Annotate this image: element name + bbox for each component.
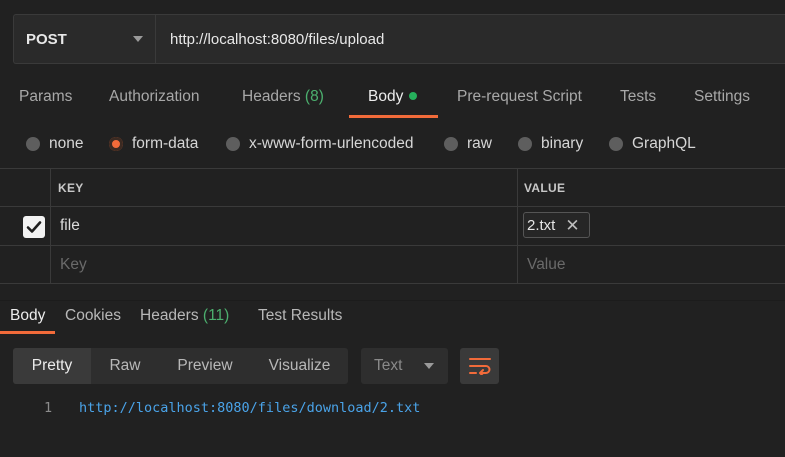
radio-selected-icon — [109, 137, 123, 151]
radio-none[interactable]: none — [26, 130, 83, 158]
tab-body[interactable]: Body — [368, 80, 418, 118]
form-data-table: KEY VALUE file 2.txt ✕ Key Value — [0, 168, 785, 284]
format-preview-button[interactable]: Preview — [159, 348, 251, 384]
table-header-row: KEY VALUE — [0, 169, 785, 207]
chevron-down-icon — [424, 363, 434, 369]
tab-label: Cookies — [65, 307, 121, 324]
tab-label: Pre-request Script — [457, 88, 582, 105]
response-tab-cookies[interactable]: Cookies — [65, 307, 121, 325]
method-label: POST — [26, 30, 67, 48]
row-enabled-checkbox[interactable] — [23, 216, 45, 238]
tab-authorization[interactable]: Authorization — [109, 80, 199, 118]
radio-label: raw — [467, 135, 492, 152]
body-type-options: none form-data x-www-form-urlencoded raw… — [0, 130, 785, 158]
tab-label: Headers — [140, 307, 199, 324]
body-active-dot-icon — [409, 92, 418, 100]
response-headers-count-badge: (11) — [202, 307, 230, 324]
language-select-value: Text — [374, 357, 403, 374]
radio-circle-icon — [26, 137, 40, 151]
request-bar: POST http://localhost:8080/files/upload — [13, 14, 785, 64]
format-pretty-button[interactable]: Pretty — [13, 348, 91, 384]
tab-pre-request-script[interactable]: Pre-request Script — [457, 80, 582, 118]
radio-label: form-data — [132, 135, 199, 152]
tab-settings[interactable]: Settings — [694, 80, 750, 118]
radio-label: binary — [541, 135, 584, 152]
format-visualize-button[interactable]: Visualize — [251, 348, 348, 384]
tab-headers[interactable]: Headers (8) — [242, 80, 324, 118]
radio-raw[interactable]: raw — [444, 130, 492, 158]
radio-circle-icon — [518, 137, 532, 151]
close-icon[interactable]: ✕ — [565, 217, 579, 234]
key-cell[interactable]: file — [60, 217, 80, 235]
value-column-header: VALUE — [524, 181, 566, 195]
table-row-new: Key Value — [0, 246, 785, 284]
format-mode-group: Pretty Raw Preview Visualize — [13, 348, 348, 384]
file-name: 2.txt — [527, 216, 556, 234]
radio-label: GraphQL — [632, 135, 696, 152]
url-input[interactable]: http://localhost:8080/files/upload — [156, 15, 785, 63]
tab-label: Settings — [694, 88, 751, 105]
tab-label: Test Results — [258, 307, 343, 324]
response-body-line: 1 http://localhost:8080/files/download/2… — [0, 400, 785, 420]
language-select[interactable]: Text — [361, 348, 448, 384]
response-tab-test-results[interactable]: Test Results — [258, 307, 342, 325]
headers-count-badge: (8) — [304, 88, 324, 105]
checkmark-icon — [26, 221, 42, 233]
response-tab-headers[interactable]: Headers (11) — [140, 307, 229, 325]
radio-graphql[interactable]: GraphQL — [609, 130, 696, 158]
format-raw-button[interactable]: Raw — [91, 348, 159, 384]
radio-circle-icon — [609, 137, 623, 151]
tab-label: Body — [368, 88, 404, 105]
table-row: file 2.txt ✕ — [0, 207, 785, 246]
response-tabs: Body Cookies Headers (11) Test Results — [0, 300, 785, 336]
wrap-lines-button[interactable] — [460, 348, 499, 384]
file-chip: 2.txt ✕ — [523, 212, 590, 238]
response-tab-body[interactable]: Body — [10, 307, 45, 325]
value-input[interactable]: Value — [527, 256, 566, 274]
method-select[interactable]: POST — [14, 15, 156, 63]
tab-tests[interactable]: Tests — [620, 80, 656, 118]
tab-params[interactable]: Params — [19, 80, 72, 118]
radio-circle-icon — [444, 137, 458, 151]
line-number: 1 — [44, 400, 53, 416]
tab-label: Headers — [242, 88, 301, 105]
radio-circle-icon — [226, 137, 240, 151]
radio-label: x-www-form-urlencoded — [249, 135, 414, 152]
tab-label: Tests — [620, 88, 657, 105]
response-link[interactable]: http://localhost:8080/files/download/2.t… — [79, 400, 420, 416]
radio-form-data[interactable]: form-data — [109, 130, 198, 158]
active-tab-underline — [349, 115, 438, 118]
key-input[interactable]: Key — [60, 256, 87, 274]
wrap-lines-icon — [468, 358, 491, 375]
tab-label: Authorization — [109, 88, 200, 105]
tab-label: Body — [10, 307, 46, 324]
key-column-header: KEY — [58, 181, 84, 195]
tab-label: Params — [19, 88, 73, 105]
response-active-tab-underline — [0, 331, 55, 334]
radio-x-www-form-urlencoded[interactable]: x-www-form-urlencoded — [226, 130, 414, 158]
radio-label: none — [49, 135, 84, 152]
radio-binary[interactable]: binary — [518, 130, 583, 158]
chevron-down-icon — [133, 36, 143, 42]
request-tabs: Params Authorization Headers (8) Body Pr… — [0, 80, 785, 120]
